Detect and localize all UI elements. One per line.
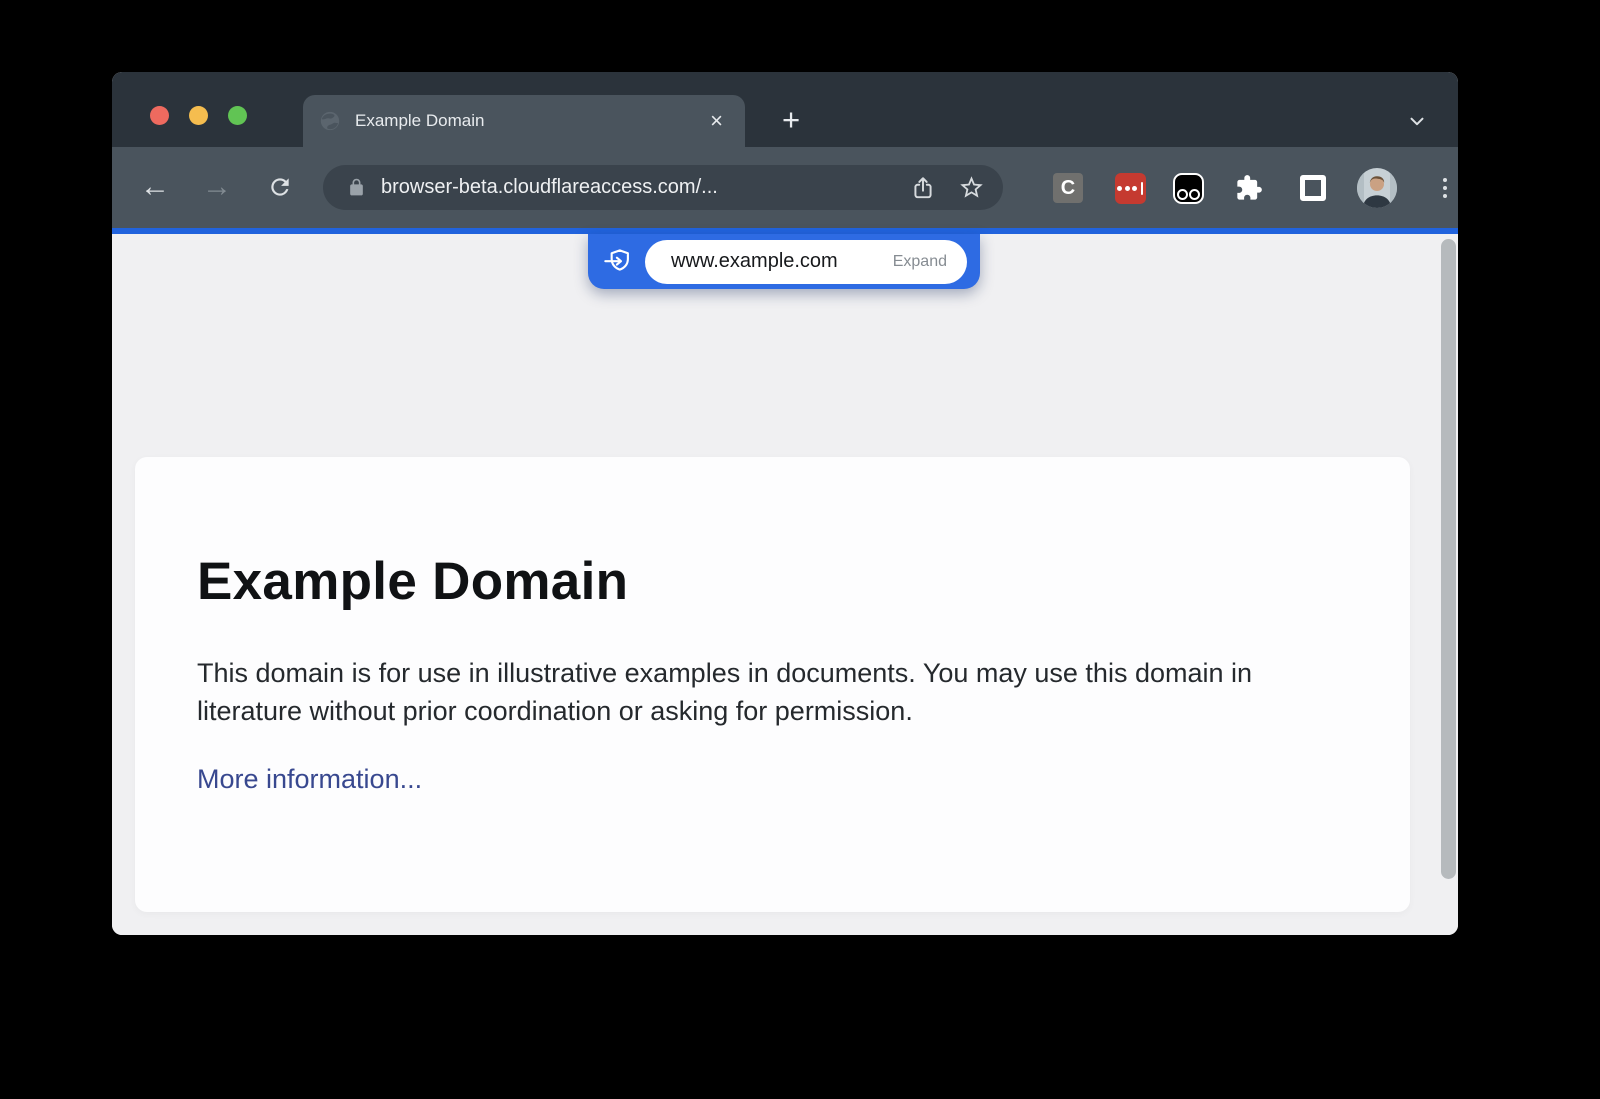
profile-avatar[interactable] <box>1357 168 1397 208</box>
expand-button[interactable]: Expand <box>877 253 947 271</box>
page-title: Example Domain <box>197 457 1348 612</box>
kebab-menu-icon <box>1443 178 1448 183</box>
page-paragraph: This domain is for use in illustrative e… <box>197 654 1342 730</box>
share-button[interactable] <box>905 170 941 206</box>
extension-c-icon: C <box>1053 173 1083 203</box>
share-icon <box>910 175 936 201</box>
extension-circles-button[interactable] <box>1169 170 1207 206</box>
page-viewport: www.example.com Expand Example Domain Th… <box>112 234 1458 935</box>
avatar-photo <box>1357 168 1397 208</box>
extension-c-button[interactable]: C <box>1049 170 1087 206</box>
navigation-toolbar: ← → browser-beta.cloudflareaccess.com/..… <box>112 147 1458 228</box>
red-dots-icon <box>1115 173 1146 204</box>
browser-window: Example Domain × + ← → <box>112 72 1458 935</box>
puzzle-piece-icon <box>1235 174 1263 202</box>
shield-arrow-icon <box>602 248 632 275</box>
tab-search-chevron-button[interactable] <box>1399 103 1435 139</box>
extensions-menu-button[interactable] <box>1230 170 1268 206</box>
address-bar[interactable]: browser-beta.cloudflareaccess.com/... <box>323 165 1003 210</box>
more-information-link[interactable]: More information... <box>197 764 422 795</box>
tab-title: Example Domain <box>355 111 704 131</box>
tab-close-icon[interactable]: × <box>704 108 729 134</box>
lock-icon <box>347 178 366 197</box>
isolation-indicator-bar: www.example.com Expand <box>588 234 980 289</box>
reload-button[interactable] <box>261 168 299 206</box>
two-circles-icon <box>1173 173 1204 204</box>
extension-password-manager-button[interactable] <box>1111 170 1149 206</box>
chrome-menu-button[interactable] <box>1428 170 1458 206</box>
side-panel-icon <box>1300 175 1326 201</box>
window-minimize-button[interactable] <box>189 106 208 125</box>
back-button[interactable]: ← <box>136 168 174 206</box>
new-tab-button[interactable]: + <box>772 101 810 139</box>
forward-button[interactable]: → <box>198 168 236 206</box>
content-card: Example Domain This domain is for use in… <box>135 457 1410 912</box>
globe-favicon-icon <box>319 110 341 132</box>
window-close-button[interactable] <box>150 106 169 125</box>
bookmark-star-button[interactable] <box>953 170 989 206</box>
url-text: browser-beta.cloudflareaccess.com/... <box>381 176 905 199</box>
tab-strip: Example Domain × + <box>112 72 1458 147</box>
isolated-domain-pill[interactable]: www.example.com Expand <box>645 240 967 284</box>
chevron-down-icon <box>1406 110 1428 132</box>
side-panel-button[interactable] <box>1294 170 1332 206</box>
scrollbar-thumb[interactable] <box>1441 239 1456 879</box>
reload-icon <box>267 174 293 200</box>
window-zoom-button[interactable] <box>228 106 247 125</box>
isolated-domain-text: www.example.com <box>671 250 838 273</box>
star-icon <box>958 174 985 201</box>
browser-tab[interactable]: Example Domain × <box>303 95 745 147</box>
